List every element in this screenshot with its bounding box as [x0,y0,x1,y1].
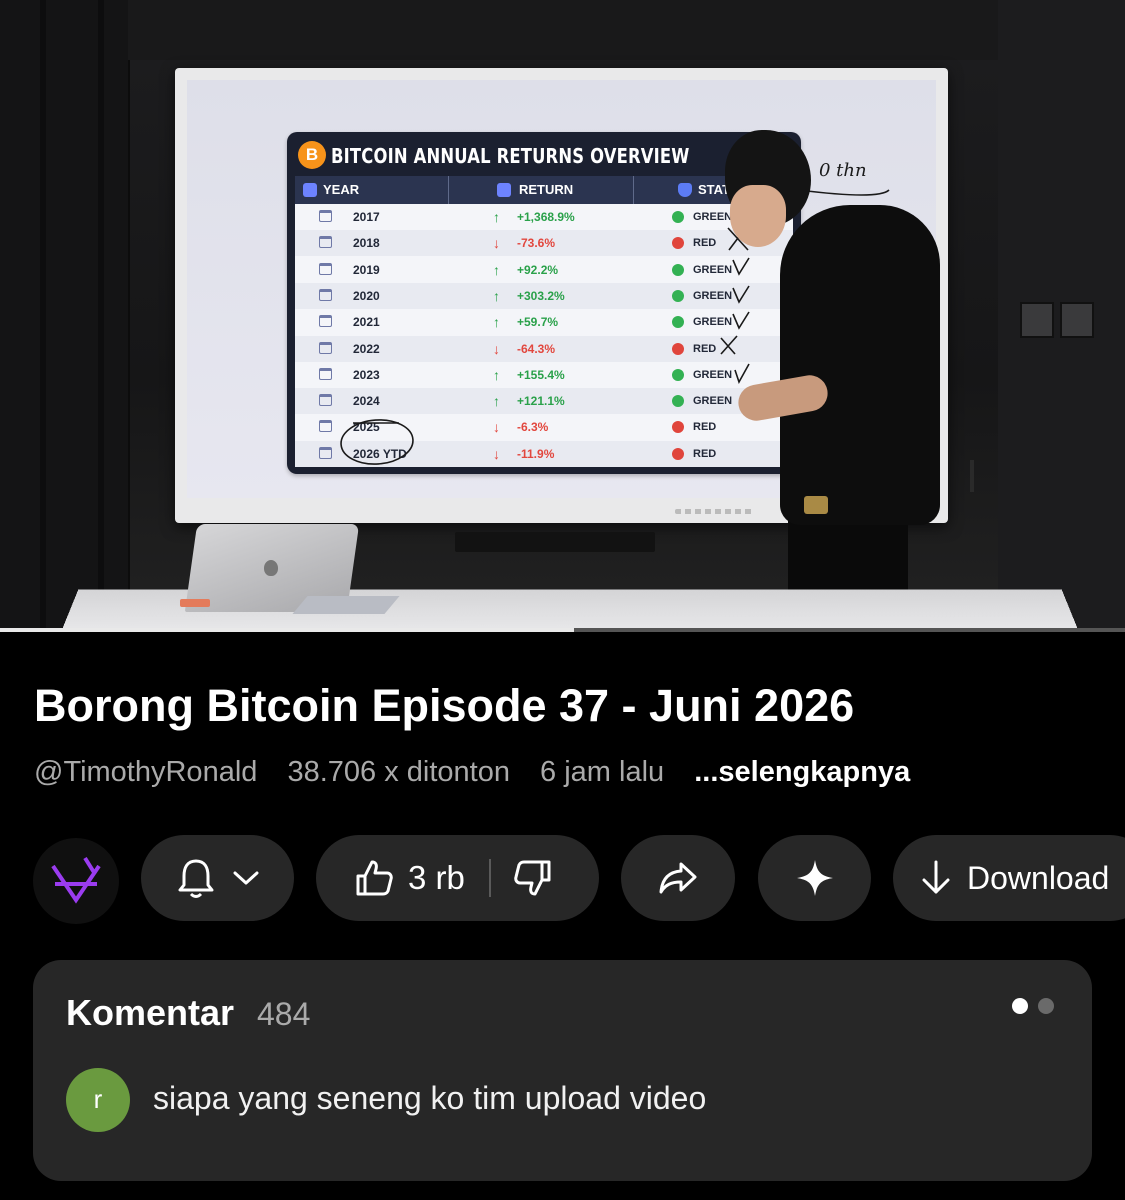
share-button[interactable] [621,835,735,921]
like-count: 3 rb [408,859,465,896]
tv-control-strip [675,509,755,514]
presenter-face [730,185,786,247]
video-player[interactable]: B BITCOIN ANNUAL RETURNS OVERVIEW YEAR R… [0,0,1125,632]
presenter [780,205,940,525]
like-dislike-group[interactable]: 3 rb [316,835,599,921]
channel-logo-icon [51,856,101,904]
download-label: Download [967,859,1110,896]
share-icon [659,862,697,894]
bell-icon [178,859,213,898]
view-count: 38.706 x ditonton [287,756,510,788]
show-more-link[interactable]: ...selengkapnya [694,756,910,788]
upload-age: 6 jam lalu [540,756,665,788]
divider [488,859,491,897]
wall-seam [98,0,104,632]
chevron-down-icon [233,871,258,885]
wall-switch [1020,302,1054,338]
apple-logo-icon [264,560,278,576]
comments-count: 484 [257,996,311,1032]
tv-stand [455,532,655,552]
download-button[interactable]: Download [893,835,1125,921]
laptop-base [292,596,400,614]
download-icon [922,860,950,894]
wristwatch [804,496,828,514]
carousel-dot[interactable] [1038,998,1054,1014]
wall-switch [1060,302,1094,338]
sparkle-icon [796,860,833,896]
cable [970,460,974,492]
wall [0,0,130,632]
comment-text[interactable]: siapa yang seneng ko tim upload video [153,1080,706,1117]
video-meta[interactable]: @TimothyRonald 38.706 x ditonton 6 jam l… [34,756,932,789]
comments-panel[interactable]: Komentar 484 r siapa yang seneng ko tim … [33,960,1092,1181]
wall-seam [40,0,46,632]
thumbs-up-icon[interactable] [354,858,394,898]
wall [128,0,998,60]
video-title: Borong Bitcoin Episode 37 - Juni 2026 [34,680,855,731]
channel-handle[interactable]: @TimothyRonald [34,756,257,788]
channel-avatar[interactable] [33,838,119,924]
commenter-avatar[interactable]: r [66,1068,130,1132]
subscription-bell-button[interactable] [141,835,294,921]
phone-on-desk [180,599,210,607]
comments-title: Komentar [66,992,235,1033]
carousel-dot-active[interactable] [1012,998,1028,1014]
thumbs-down-icon[interactable] [513,858,553,898]
progress-fill[interactable] [0,628,574,632]
ask-ai-button[interactable] [758,835,871,921]
handwriting-text: 0 thn [819,160,867,181]
